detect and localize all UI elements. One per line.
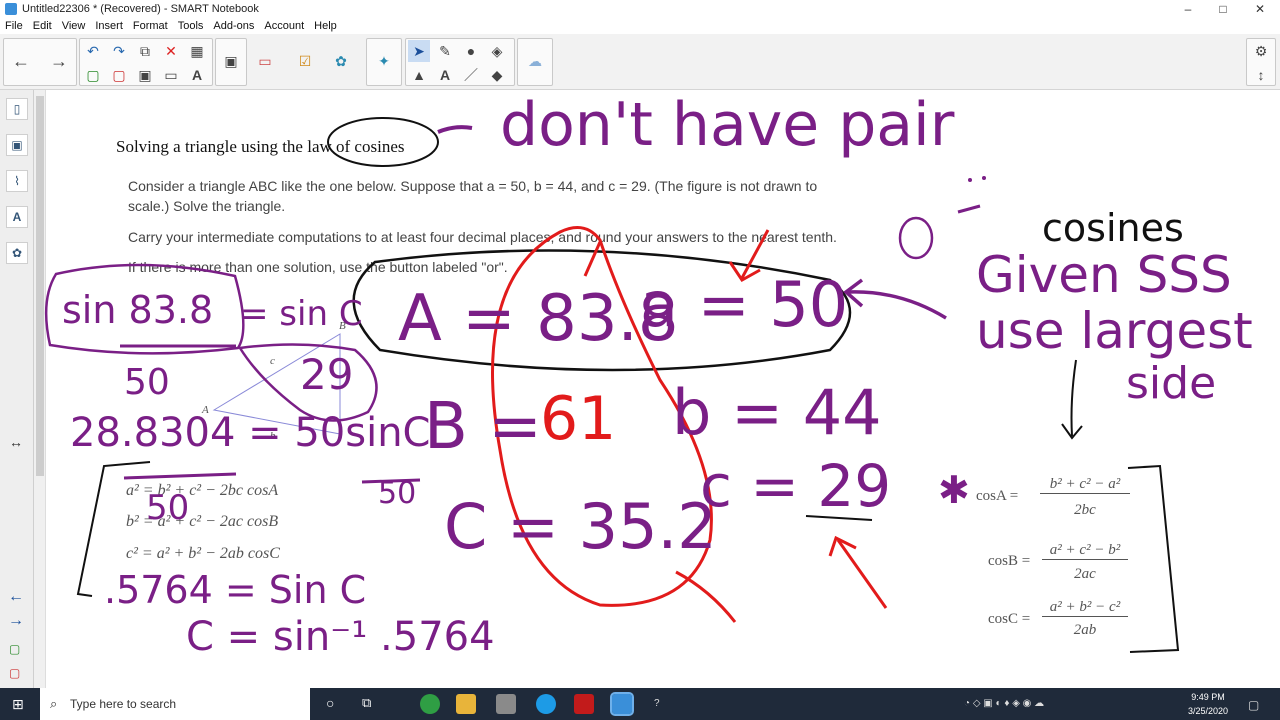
ink-sin-83: sin 83.8 (62, 288, 214, 332)
system-tray-icons[interactable]: ◔ ◇ ▣ ◐ ♦ ◈ ◉ ☁ (964, 698, 1044, 709)
ink-5764: .5764 = Sin C (104, 568, 367, 612)
ink-b-equals: b = 44 (672, 376, 882, 449)
ink-fifty: 50 (124, 362, 170, 403)
ink-twenty-nine: 29 (300, 350, 354, 399)
ink-over-50: 50 (378, 476, 417, 511)
ink-B-equals: B = (424, 390, 542, 464)
ink-given-sss: Given SSS (976, 246, 1232, 304)
ink-fifty-2: 50 (146, 488, 190, 528)
skype-icon[interactable] (536, 694, 556, 714)
ink-c-inverse: C = sin⁻¹ .5764 (186, 614, 495, 660)
ink-28-8304: 28.8304 = 50sinC (70, 410, 431, 456)
cortana-icon[interactable]: ○ (326, 695, 334, 711)
ink-c-equals: c = 29 (700, 452, 892, 520)
clock[interactable]: 9:49 PM 3/25/2020 (1183, 690, 1233, 718)
file-explorer-icon[interactable] (456, 694, 476, 714)
taskbar-search-input[interactable]: ⌕ Type here to search (40, 688, 310, 720)
smart-notebook-taskbar-icon[interactable] (610, 692, 634, 716)
windows-start-icon[interactable]: ⊞ (12, 696, 24, 713)
task-view-icon[interactable]: ⧉ (362, 695, 371, 711)
ink-C-equals: C = 35.2 (444, 490, 717, 563)
app-icon[interactable] (496, 694, 516, 714)
clock-time: 9:49 PM (1191, 692, 1225, 702)
chrome-icon[interactable] (420, 694, 440, 714)
ink-use-largest: use largest (976, 302, 1253, 360)
acrobat-icon[interactable] (574, 694, 594, 714)
ink-star-icon: ✱ (938, 468, 970, 512)
ink-cosines: cosines (1042, 206, 1184, 250)
clock-date: 3/25/2020 (1187, 706, 1229, 716)
notifications-icon[interactable]: ▢ (1248, 698, 1259, 712)
ink-sin-c: = sin C (240, 294, 363, 334)
ink-a-equals: a = 50 (640, 268, 849, 341)
ink-side: side (1126, 358, 1217, 409)
taskbar: ⊞ ⌕ Type here to search ○ ⧉ ? ◔ ◇ ▣ ◐ ♦ … (0, 688, 1280, 720)
search-placeholder: Type here to search (70, 697, 177, 711)
help-icon[interactable]: ? (654, 698, 660, 709)
ink-A-equals: A = 83.8 (398, 282, 679, 356)
ink-dont-have-pair: don't have pair (500, 90, 955, 160)
ink-B-value: 61 (540, 384, 617, 454)
search-icon: ⌕ (50, 696, 58, 711)
